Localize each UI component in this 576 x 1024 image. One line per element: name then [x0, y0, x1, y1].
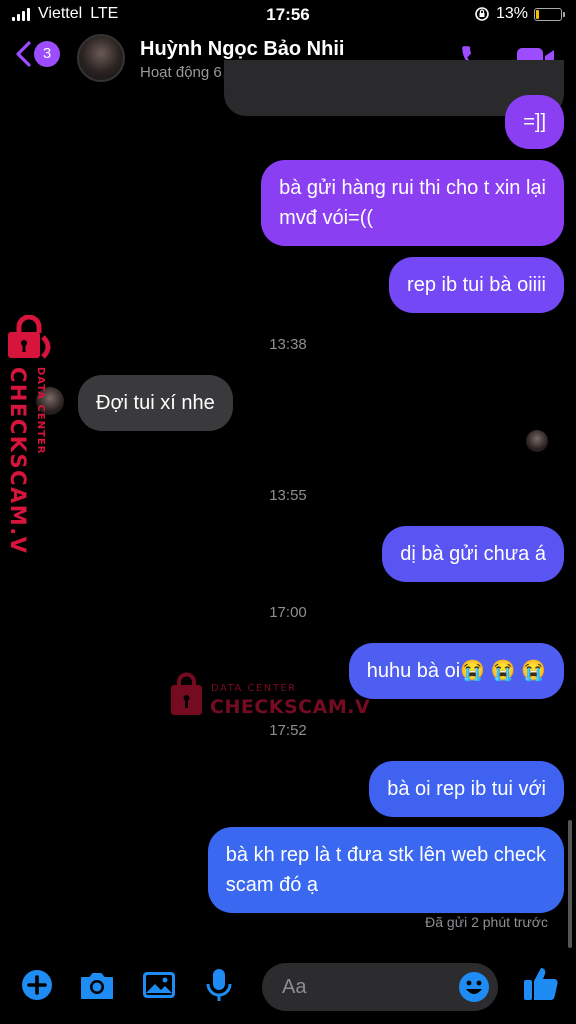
battery-percent: 13% — [495, 5, 528, 22]
contact-avatar[interactable] — [77, 34, 125, 82]
read-receipt-avatar — [526, 430, 548, 452]
message-bubble-outgoing[interactable]: =]] — [505, 95, 564, 149]
image-icon[interactable] — [140, 966, 178, 1004]
thumbs-up-icon[interactable] — [520, 964, 560, 1004]
camera-icon[interactable] — [78, 966, 116, 1004]
battery-info: 13% — [474, 5, 565, 23]
message-text: bà oi rep ib tui với — [387, 778, 546, 800]
unread-badge: 3 — [34, 41, 60, 67]
watermark-text-small: DATA CENTER — [35, 367, 46, 454]
message-bubble-outgoing[interactable]: dị bà gửi chưa á — [382, 526, 564, 582]
battery-icon — [534, 7, 565, 21]
watermark-text-small: DATA CENTER — [211, 683, 297, 694]
message-bubble-outgoing[interactable]: rep ib tui bà oiiii — [389, 257, 564, 313]
watermark-text-large: CHECKSCAM.VN — [210, 696, 370, 718]
message-bubble-outgoing[interactable]: bà gửi hàng rui thi cho t xin lại mvđ vó… — [261, 160, 564, 246]
status-bar: Viettel LTE 17:56 13% — [0, 0, 576, 30]
message-text-line: scam đó ạ — [225, 874, 319, 896]
contact-name[interactable]: Huỳnh Ngọc Bảo Nhii — [140, 38, 344, 61]
scrollbar[interactable] — [568, 820, 572, 948]
back-chevron-icon — [16, 41, 31, 67]
message-text: =]] — [523, 111, 546, 133]
message-bubble-outgoing[interactable]: bà oi rep ib tui với — [369, 761, 564, 817]
timestamp: 13:38 — [269, 336, 307, 353]
composer-bar: Aa — [0, 950, 576, 1024]
timestamp: 17:52 — [269, 722, 307, 739]
message-bubble-outgoing[interactable]: bà kh rep là t đưa stk lên web check sca… — [207, 827, 564, 913]
delivery-status: Đã gửi 2 phút trước — [425, 914, 548, 930]
microphone-icon[interactable] — [200, 966, 238, 1004]
message-text: dị bà gửi chưa á — [400, 543, 546, 565]
watermark-side: CHECKSCAM.VN DATA CENTER — [6, 315, 51, 555]
timestamp: 17:00 — [269, 604, 307, 621]
emoji-icon[interactable] — [458, 971, 490, 1003]
message-bubble-incoming[interactable]: Đợi tui xí nhe — [78, 375, 233, 431]
message-text: Đợi tui xí nhe — [96, 392, 215, 414]
message-input[interactable]: Aa — [262, 963, 498, 1011]
watermark-text-large: CHECKSCAM.VN — [6, 367, 30, 555]
lock-icon — [171, 672, 202, 715]
timestamp: 13:55 — [269, 487, 307, 504]
watermark-center: DATA CENTER CHECKSCAM.VN — [171, 672, 370, 718]
message-text: rep ib tui bà oiiii — [407, 274, 546, 296]
message-input-placeholder: Aa — [282, 976, 307, 998]
message-list[interactable]: =]] bà gửi hàng rui thi cho t xin lại mv… — [0, 60, 576, 950]
message-text-line: bà gửi hàng rui thi cho t xin lại — [279, 177, 546, 199]
lock-icon — [8, 315, 51, 359]
message-text-line: bà kh rep là t đưa stk lên web check — [225, 844, 546, 866]
message-text: huhu bà oi😭 😭 😭 — [366, 660, 546, 682]
back-button[interactable]: 3 — [14, 40, 60, 68]
message-text-line: mvđ vói=(( — [279, 207, 374, 229]
plus-icon[interactable] — [18, 966, 56, 1004]
message-bubble-outgoing[interactable]: huhu bà oi😭 😭 😭 — [348, 643, 564, 699]
orientation-lock-icon — [475, 7, 489, 21]
